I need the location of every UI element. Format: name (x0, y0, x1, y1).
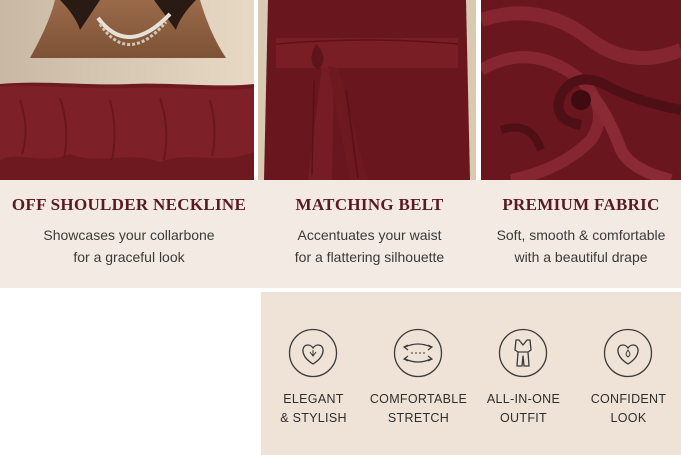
benefit-label-line: CONFIDENT (590, 392, 667, 406)
feature-photo-fabric (481, 0, 681, 180)
jumpsuit-icon (498, 328, 548, 378)
feature-title: OFF SHOULDER NECKLINE (11, 195, 247, 214)
feature-caption-belt: MATCHING BELT Accentuates your waist for… (258, 180, 481, 288)
benefit-label-line: COMFORTABLE (369, 392, 468, 406)
belt-illustration (258, 0, 476, 180)
benefit-label-line: OUTFIT (500, 411, 547, 425)
benefit-label-line: ALL-IN-ONE (486, 392, 561, 406)
feature-caption-band: OFF SHOULDER NECKLINE Showcases your col… (0, 180, 681, 288)
feature-description: Showcases your collarbone for a graceful… (43, 227, 215, 265)
benefit-all-in-one: ALL-IN-ONE OUTFIT (471, 292, 576, 455)
feature-title: PREMIUM FABRIC (502, 195, 660, 214)
feature-caption-fabric: PREMIUM FABRIC Soft, smooth & comfortabl… (481, 180, 681, 288)
feature-title: MATCHING BELT (295, 195, 444, 214)
benefit-label-line: LOOK (610, 411, 647, 425)
benefit-label-line: ELEGANT (283, 392, 344, 406)
feature-description: Accentuates your waist for a flattering … (294, 227, 445, 265)
stretch-arrows-icon (393, 328, 443, 378)
benefit-elegant: ELEGANT & STYLISH (261, 292, 366, 455)
benefit-confident: CONFIDENT LOOK (576, 292, 681, 455)
benefit-stretch: COMFORTABLE STRETCH (366, 292, 471, 455)
feature-description: Soft, smooth & comfortable with a beauti… (496, 227, 666, 265)
heart-drop-icon (603, 328, 653, 378)
benefit-label-line: STRETCH (387, 411, 450, 425)
benefit-label-line: & STYLISH (280, 411, 347, 425)
feature-photo-neckline (0, 0, 254, 180)
feature-photo-belt (258, 0, 476, 180)
feature-caption-neckline: OFF SHOULDER NECKLINE Showcases your col… (0, 180, 258, 288)
fabric-illustration (481, 0, 681, 180)
benefits-band: ELEGANT & STYLISH COMFORTABLE STRETCH AL… (261, 292, 681, 455)
heart-badge-icon (288, 328, 338, 378)
neckline-illustration (0, 0, 254, 180)
